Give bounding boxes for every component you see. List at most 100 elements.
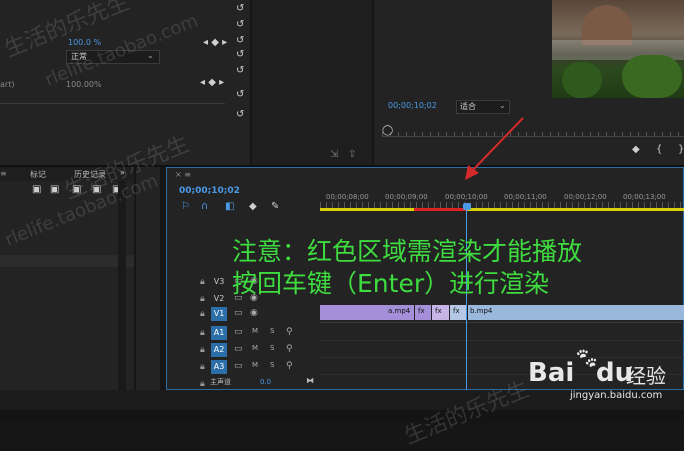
lock-icon[interactable]: 🔒︎ (200, 277, 205, 287)
project-scrollbar[interactable] (118, 181, 126, 391)
arrow-shaft (470, 117, 524, 173)
track-divider (320, 322, 684, 323)
marker-icon[interactable]: ◆ (632, 145, 640, 155)
sync-lock-icon[interactable]: ▭ (234, 344, 243, 354)
bin-icon-3[interactable]: ▣ (72, 185, 81, 195)
transition-clip[interactable]: fx (450, 305, 467, 320)
linked-selection-icon[interactable]: ∩ (201, 202, 208, 212)
blend-mode-value: 正常 (71, 52, 87, 61)
timeline-ruler[interactable]: 00;00;08;00 00;00;09;00 00;00;10;00 00;0… (320, 190, 684, 210)
marker-icon[interactable]: ◆ (249, 202, 257, 212)
tab-history[interactable]: 历史记录 (74, 169, 106, 180)
truncated-label: art) (0, 80, 15, 89)
microphone-icon[interactable]: ⚲ (286, 361, 293, 371)
more-tabs-icon[interactable]: » (120, 168, 125, 177)
clip-b[interactable]: b.mp4 (468, 305, 684, 320)
mark-in-icon[interactable]: { (656, 145, 662, 155)
reset-icon-blend[interactable]: ↺ (236, 50, 244, 60)
reset-icon-5[interactable]: ↺ (236, 110, 244, 120)
render-bar-yellow (320, 208, 684, 211)
render-bar-red (414, 208, 466, 211)
master-label: 主声道 (210, 378, 231, 386)
project-item-selected[interactable] (0, 255, 134, 267)
bin-icon-2[interactable]: ▣ (50, 185, 59, 195)
eye-icon[interactable]: ◉ (250, 308, 258, 318)
playhead-handle[interactable] (463, 203, 471, 210)
share-icon[interactable]: ⇪ (348, 150, 356, 160)
timeline-timecode[interactable]: 00;00;10;02 (179, 186, 240, 196)
microphone-icon[interactable]: ⚲ (286, 344, 293, 354)
program-timecode[interactable]: 00;00;10;02 (388, 101, 437, 110)
track-name: A2 (211, 343, 227, 357)
go-to-end-icon[interactable]: ⧓ (306, 376, 314, 385)
reset-icon-3[interactable]: ↺ (236, 66, 244, 76)
track-v1[interactable]: 🔒︎ V1 ▭ ◉ (166, 306, 320, 323)
track-a3[interactable]: 🔒︎ A3 ▭ M S ⚲ (166, 359, 320, 376)
baidu-jingyan: 经验 (626, 364, 666, 388)
solo-button[interactable]: S (270, 361, 274, 369)
reset-icon-2[interactable]: ↺ (236, 20, 244, 30)
effect-controls-panel: 100.0 % ◂ ◆ ▸ ↺ ↺ ↺ 正常 ⌄ ↺ art) 100.00% … (0, 0, 250, 165)
playhead-icon[interactable]: ◯ (382, 126, 393, 136)
lock-icon[interactable]: 🔒︎ (200, 362, 205, 372)
ruler-label: 00;00;10;00 (445, 193, 488, 201)
sync-lock-icon[interactable]: ▭ (234, 327, 243, 337)
baidu-url: jingyan.baidu.com (570, 390, 663, 401)
bin-icon[interactable]: ▣ (32, 185, 41, 195)
lock-icon[interactable]: 🔒︎ (200, 294, 205, 304)
track-name: V3 (213, 277, 225, 286)
clip-a-label: a.mp4 (388, 307, 411, 315)
project-panel: ≡ 标记 历史记录 » ▣ ▣ ▣ ▣ ▣ (0, 167, 134, 391)
transition-clip[interactable]: fx (415, 305, 431, 320)
annotation-text: 注意：红色区域需渲染才能播放 按回车键（Enter）进行渲染 (232, 236, 582, 300)
blend-mode-select[interactable]: 正常 ⌄ (66, 50, 160, 64)
annotation-line2: 按回车键（Enter）进行渲染 (232, 269, 550, 298)
master-value[interactable]: 0.0 (260, 378, 271, 386)
ruler-label: 00;00;12;00 (564, 193, 607, 201)
lock-icon[interactable]: 🔒︎ (200, 379, 205, 389)
reset-icon-top[interactable]: ↺ (236, 4, 244, 14)
wrench-icon[interactable]: ✎ (271, 202, 279, 212)
keyframe-nav-icon[interactable]: ◂ ◆ ▸ (203, 38, 227, 48)
project-tab-bar: ≡ 标记 历史记录 » (0, 167, 134, 181)
microphone-icon[interactable]: ⚲ (286, 327, 293, 337)
track-a1[interactable]: 🔒︎ A1 ▭ M S ⚲ (166, 325, 320, 342)
lock-icon[interactable]: 🔒︎ (200, 345, 205, 355)
track-a2[interactable]: 🔒︎ A2 ▭ M S ⚲ (166, 342, 320, 359)
export-frame-icon[interactable]: ⇲ (330, 150, 338, 160)
mute-button[interactable]: M (252, 361, 258, 369)
clip-b-label: b.mp4 (470, 307, 493, 315)
sync-lock-icon[interactable]: ▭ (234, 308, 243, 318)
snap-icon[interactable]: ⚐ (181, 202, 190, 212)
mark-out-icon[interactable]: } (678, 145, 684, 155)
transition-clip[interactable]: fx (432, 305, 449, 320)
mute-button[interactable]: M (252, 327, 258, 335)
keyframe-nav-icon-2[interactable]: ◂ ◆ ▸ (200, 78, 224, 88)
bin-icon-4[interactable]: ▣ (92, 185, 101, 195)
solo-button[interactable]: S (270, 327, 274, 335)
clip-a[interactable]: a.mp4 (320, 305, 414, 320)
opacity-value[interactable]: 100.0 % (68, 38, 101, 47)
solo-button[interactable]: S (270, 344, 274, 352)
ruler-label: 00;00;08;00 (326, 193, 369, 201)
reset-icon[interactable]: ↺ (236, 36, 244, 46)
track-name: A3 (211, 360, 227, 374)
add-marker-icon[interactable]: ◧ (225, 202, 234, 212)
project-icon-row: ▣ ▣ ▣ ▣ ▣ (30, 185, 130, 197)
fx-badge: fx (435, 307, 442, 315)
chevron-down-icon: ⌄ (147, 51, 154, 60)
mute-button[interactable]: M (252, 344, 258, 352)
tools-panel: ➤ ⇉ ⟷ ◈ ↔ ✒ ✋ T (136, 167, 292, 390)
speed-value[interactable]: 100.00% (66, 80, 102, 89)
chevron-down-icon: ⌄ (499, 101, 506, 110)
baidu-bai: Bai (528, 358, 575, 388)
lock-icon[interactable]: 🔒︎ (200, 328, 205, 338)
ruler-label: 00;00;13;00 (623, 193, 666, 201)
reset-icon-4[interactable]: ↺ (236, 90, 244, 100)
tab-markers[interactable]: 标记 (30, 169, 46, 180)
lock-icon[interactable]: 🔒︎ (200, 309, 205, 319)
close-icon[interactable]: × ≡ (175, 170, 191, 179)
sync-lock-icon[interactable]: ▭ (234, 361, 243, 371)
track-name: V2 (213, 294, 225, 303)
arch-shape (582, 5, 632, 45)
